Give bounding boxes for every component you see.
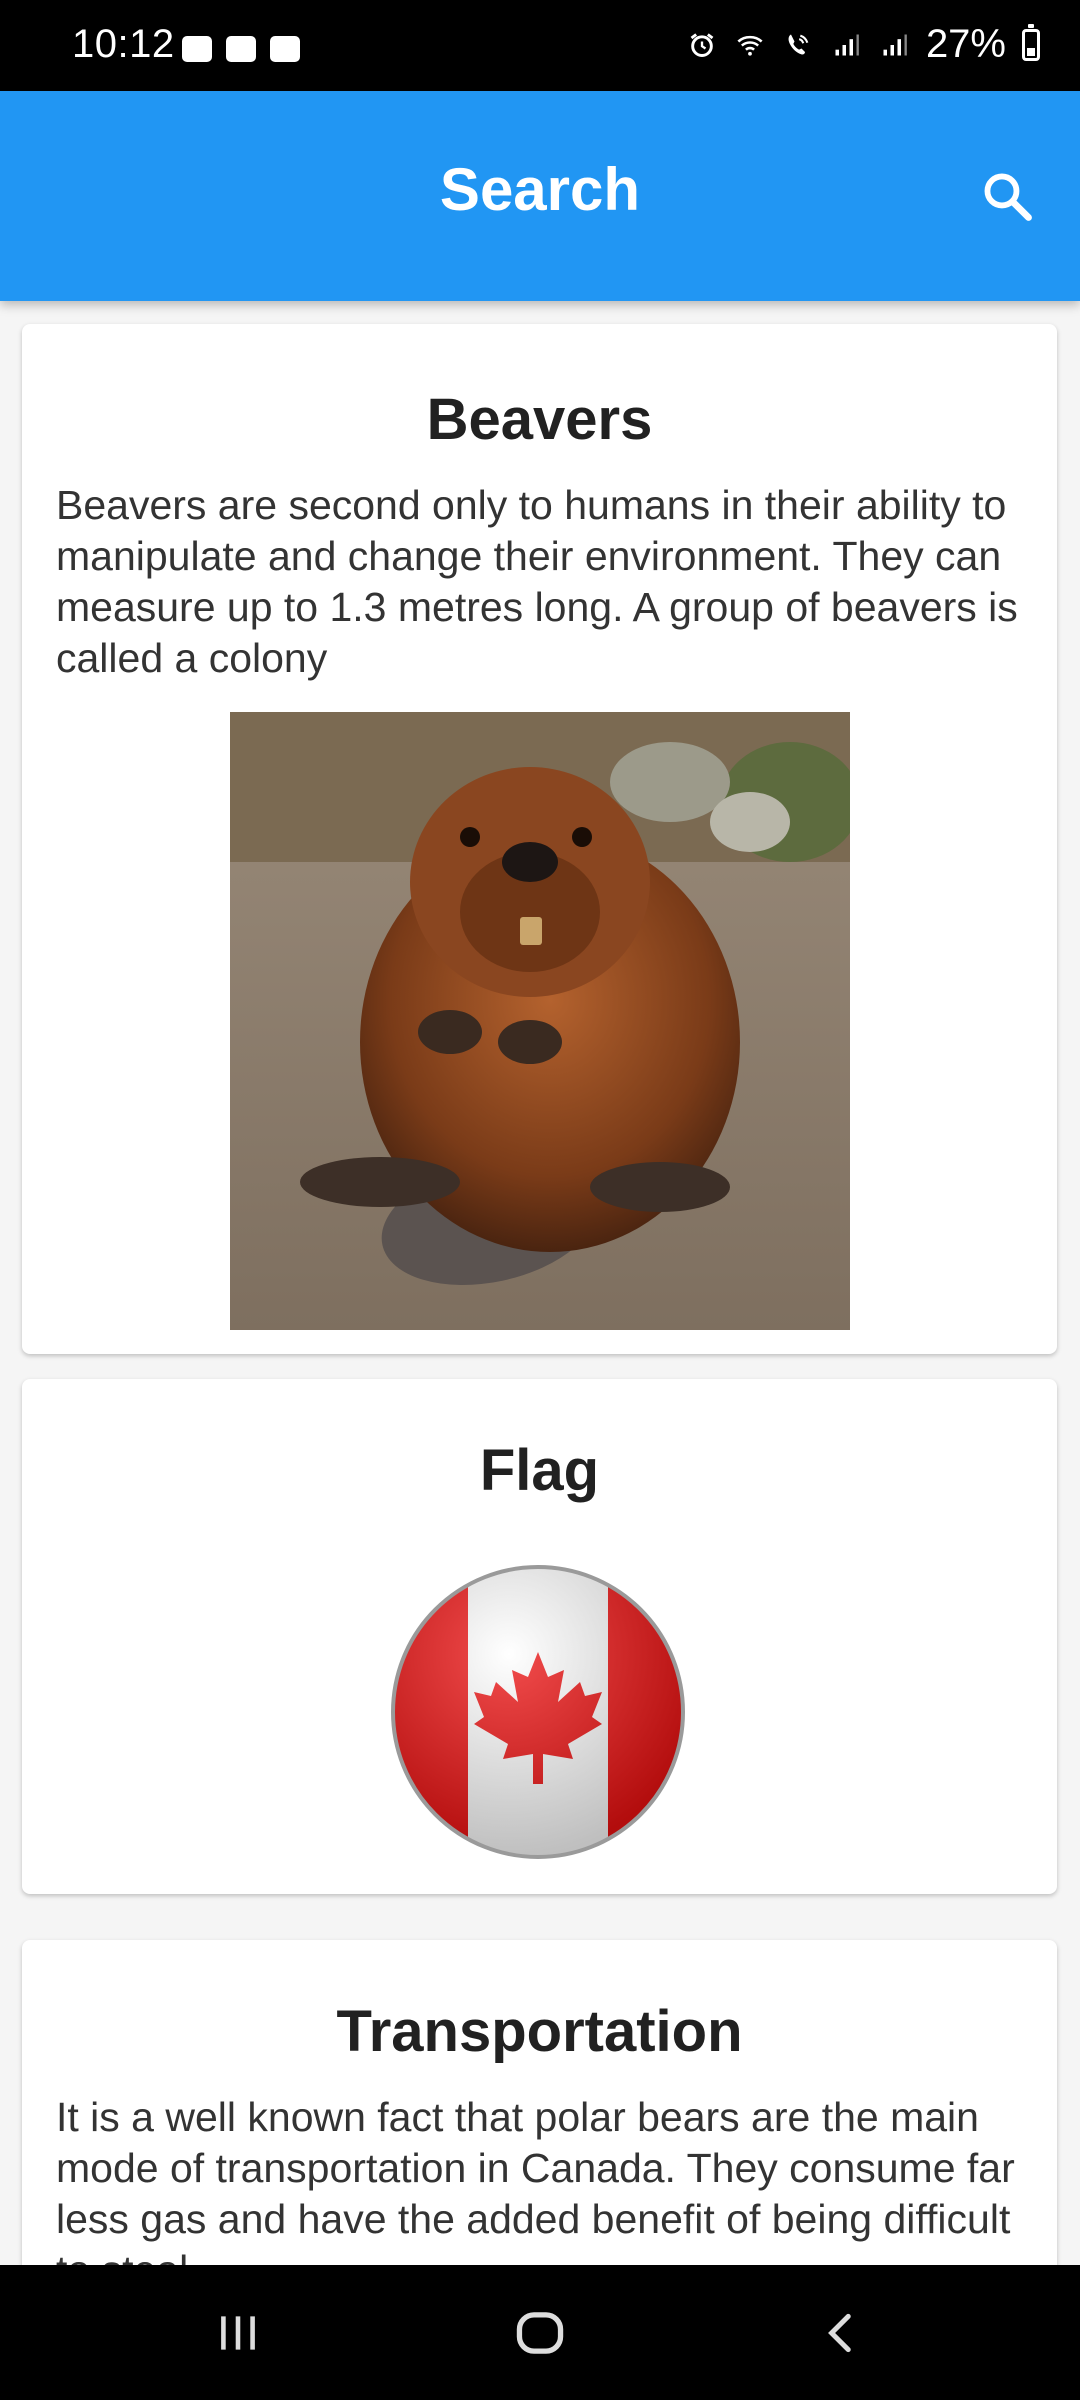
card-beavers[interactable]: Beavers Beavers are second only to human… [22,324,1057,1354]
battery-icon [1022,23,1040,61]
recent-apps-button[interactable] [203,2303,273,2363]
card-transportation[interactable]: Transportation It is a well known fact t… [22,1940,1057,2265]
alarm-icon [690,32,714,57]
wifi-call-icon [788,34,809,54]
page-title: Search [439,156,641,223]
clock-app-icon [226,36,256,62]
outlook-icon [270,36,300,62]
search-button[interactable] [970,159,1046,235]
card-flag[interactable]: Flag [22,1379,1057,1894]
status-time: 10:12 [72,22,175,66]
signal-icon [835,34,859,55]
card-text: Beavers are second only to humans in the… [56,482,1018,681]
card-title: Beavers [426,387,653,452]
system-nav-bar [0,2265,1080,2400]
beaver-photo [230,712,850,1330]
recent-apps-icon [221,2316,255,2350]
card-title: Flag [479,1438,600,1503]
paytm-icon [182,36,212,62]
back-icon [828,2313,851,2353]
canada-flag-icon [388,1562,688,1862]
content-list[interactable]: Beavers Beavers are second only to human… [0,301,1080,2265]
home-button[interactable] [505,2303,575,2363]
home-icon [516,2312,564,2354]
card-title: Transportation [336,1999,743,2064]
wifi-icon [737,35,763,56]
app-bar: Search [0,91,1080,301]
search-icon [984,173,1032,221]
status-bar: 10:12 27% [0,0,1080,91]
card-text: It is a well known fact that polar bears… [56,2094,1015,2265]
back-button[interactable] [807,2303,877,2363]
signal-icon [883,34,907,55]
battery-percent: 27% [925,22,1006,66]
